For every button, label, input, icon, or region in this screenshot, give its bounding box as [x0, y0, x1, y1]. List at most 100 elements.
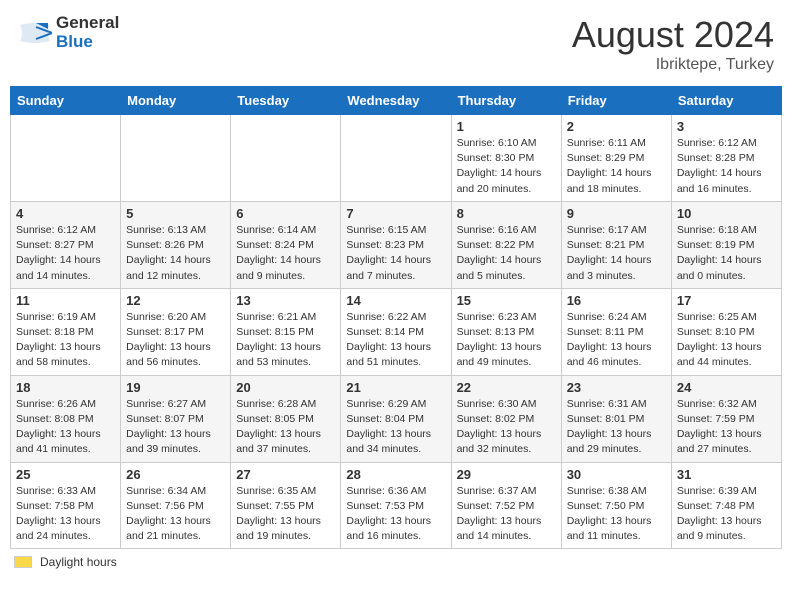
day-info: Sunrise: 6:16 AMSunset: 8:22 PMDaylight:… — [457, 223, 556, 284]
day-number: 31 — [677, 467, 776, 482]
column-header-sunday: Sunday — [11, 87, 121, 115]
day-number: 17 — [677, 293, 776, 308]
day-number: 20 — [236, 380, 335, 395]
calendar-cell: 19Sunrise: 6:27 AMSunset: 8:07 PMDayligh… — [121, 375, 231, 462]
calendar-cell: 7 Sunrise: 6:15 AMSunset: 8:23 PMDaylight… — [341, 201, 451, 288]
day-info: Sunrise: 6:30 AMSunset: 8:02 PMDaylight:… — [457, 397, 556, 458]
calendar-cell — [341, 115, 451, 202]
day-info: Sunrise: 6:15 AMSunset: 8:23 PMDaylight:… — [346, 223, 445, 284]
day-number: 11 — [16, 293, 115, 308]
day-info: Sunrise: 6:11 AMSunset: 8:29 PMDaylight:… — [567, 136, 666, 197]
calendar-cell: 11 Sunrise: 6:19 AMSunset: 8:18 PMDayligh… — [11, 288, 121, 375]
calendar-cell: 12Sunrise: 6:20 AMSunset: 8:17 PMDayligh… — [121, 288, 231, 375]
day-number: 1 — [457, 119, 556, 134]
logo-icon — [18, 19, 52, 47]
day-info: Sunrise: 6:28 AMSunset: 8:05 PMDaylight:… — [236, 397, 335, 458]
day-number: 14 — [346, 293, 445, 308]
calendar-cell: 1 Sunrise: 6:10 AMSunset: 8:30 PMDaylight… — [451, 115, 561, 202]
day-number: 24 — [677, 380, 776, 395]
day-info: Sunrise: 6:22 AMSunset: 8:14 PMDaylight:… — [346, 310, 445, 371]
column-header-wednesday: Wednesday — [341, 87, 451, 115]
day-info: Sunrise: 6:31 AMSunset: 8:01 PMDaylight:… — [567, 397, 666, 458]
day-info: Sunrise: 6:24 AMSunset: 8:11 PMDaylight:… — [567, 310, 666, 371]
day-number: 4 — [16, 206, 115, 221]
day-number: 8 — [457, 206, 556, 221]
column-header-monday: Monday — [121, 87, 231, 115]
column-header-thursday: Thursday — [451, 87, 561, 115]
day-info: Sunrise: 6:25 AMSunset: 8:10 PMDaylight:… — [677, 310, 776, 371]
calendar-cell: 3 Sunrise: 6:12 AMSunset: 8:28 PMDaylight… — [671, 115, 781, 202]
day-number: 21 — [346, 380, 445, 395]
calendar-cell — [11, 115, 121, 202]
calendar-cell: 18Sunrise: 6:26 AMSunset: 8:08 PMDayligh… — [11, 375, 121, 462]
calendar-cell: 6 Sunrise: 6:14 AMSunset: 8:24 PMDaylight… — [231, 201, 341, 288]
calendar-week-row: 18Sunrise: 6:26 AMSunset: 8:08 PMDayligh… — [11, 375, 782, 462]
calendar-cell: 24Sunrise: 6:32 AMSunset: 7:59 PMDayligh… — [671, 375, 781, 462]
calendar-cell: 23 Sunrise: 6:31 AMSunset: 8:01 PMDayligh… — [561, 375, 671, 462]
logo-text: General Blue — [56, 14, 119, 51]
calendar-cell: 17 Sunrise: 6:25 AMSunset: 8:10 PMDayligh… — [671, 288, 781, 375]
calendar-cell: 5 Sunrise: 6:13 AMSunset: 8:26 PMDaylight… — [121, 201, 231, 288]
calendar-cell: 27Sunrise: 6:35 AMSunset: 7:55 PMDayligh… — [231, 462, 341, 549]
day-info: Sunrise: 6:23 AMSunset: 8:13 PMDaylight:… — [457, 310, 556, 371]
calendar-cell: 21 Sunrise: 6:29 AMSunset: 8:04 PMDayligh… — [341, 375, 451, 462]
day-info: Sunrise: 6:29 AMSunset: 8:04 PMDaylight:… — [346, 397, 445, 458]
month-year: August 2024 — [572, 14, 774, 56]
day-info: Sunrise: 6:34 AMSunset: 7:56 PMDaylight:… — [126, 484, 225, 545]
day-number: 30 — [567, 467, 666, 482]
day-number: 27 — [236, 467, 335, 482]
logo: General Blue — [18, 14, 119, 51]
day-number: 3 — [677, 119, 776, 134]
day-info: Sunrise: 6:12 AMSunset: 8:28 PMDaylight:… — [677, 136, 776, 197]
day-number: 23 — [567, 380, 666, 395]
logo-blue: Blue — [56, 33, 119, 52]
day-number: 13 — [236, 293, 335, 308]
logo-general: General — [56, 14, 119, 33]
day-number: 25 — [16, 467, 115, 482]
day-number: 16 — [567, 293, 666, 308]
day-info: Sunrise: 6:13 AMSunset: 8:26 PMDaylight:… — [126, 223, 225, 284]
day-info: Sunrise: 6:14 AMSunset: 8:24 PMDaylight:… — [236, 223, 335, 284]
day-number: 9 — [567, 206, 666, 221]
calendar-cell: 2 Sunrise: 6:11 AMSunset: 8:29 PMDaylight… — [561, 115, 671, 202]
column-header-saturday: Saturday — [671, 87, 781, 115]
calendar-header-row: SundayMondayTuesdayWednesdayThursdayFrid… — [11, 87, 782, 115]
day-info: Sunrise: 6:18 AMSunset: 8:19 PMDaylight:… — [677, 223, 776, 284]
daylight-label: Daylight hours — [40, 555, 117, 569]
calendar-cell: 30 Sunrise: 6:38 AMSunset: 7:50 PMDayligh… — [561, 462, 671, 549]
column-header-friday: Friday — [561, 87, 671, 115]
calendar-cell: 14 Sunrise: 6:22 AMSunset: 8:14 PMDayligh… — [341, 288, 451, 375]
day-info: Sunrise: 6:10 AMSunset: 8:30 PMDaylight:… — [457, 136, 556, 197]
day-number: 18 — [16, 380, 115, 395]
calendar-week-row: 25 Sunrise: 6:33 AMSunset: 7:58 PMDayligh… — [11, 462, 782, 549]
column-header-tuesday: Tuesday — [231, 87, 341, 115]
calendar-cell: 9 Sunrise: 6:17 AMSunset: 8:21 PMDaylight… — [561, 201, 671, 288]
day-number: 5 — [126, 206, 225, 221]
day-info: Sunrise: 6:17 AMSunset: 8:21 PMDaylight:… — [567, 223, 666, 284]
day-number: 2 — [567, 119, 666, 134]
day-number: 6 — [236, 206, 335, 221]
calendar-cell: 8 Sunrise: 6:16 AMSunset: 8:22 PMDaylight… — [451, 201, 561, 288]
day-number: 29 — [457, 467, 556, 482]
day-info: Sunrise: 6:20 AMSunset: 8:17 PMDaylight:… — [126, 310, 225, 371]
day-info: Sunrise: 6:39 AMSunset: 7:48 PMDaylight:… — [677, 484, 776, 545]
calendar-week-row: 1 Sunrise: 6:10 AMSunset: 8:30 PMDaylight… — [11, 115, 782, 202]
calendar-week-row: 4 Sunrise: 6:12 AMSunset: 8:27 PMDaylight… — [11, 201, 782, 288]
day-info: Sunrise: 6:19 AMSunset: 8:18 PMDaylight:… — [16, 310, 115, 371]
day-number: 15 — [457, 293, 556, 308]
day-number: 10 — [677, 206, 776, 221]
location: Ibriktepe, Turkey — [572, 56, 774, 74]
day-number: 7 — [346, 206, 445, 221]
day-info: Sunrise: 6:37 AMSunset: 7:52 PMDaylight:… — [457, 484, 556, 545]
day-info: Sunrise: 6:38 AMSunset: 7:50 PMDaylight:… — [567, 484, 666, 545]
day-info: Sunrise: 6:27 AMSunset: 8:07 PMDaylight:… — [126, 397, 225, 458]
calendar-cell: 4 Sunrise: 6:12 AMSunset: 8:27 PMDaylight… — [11, 201, 121, 288]
day-info: Sunrise: 6:33 AMSunset: 7:58 PMDaylight:… — [16, 484, 115, 545]
page-header: General Blue August 2024 Ibriktepe, Turk… — [10, 10, 782, 78]
day-info: Sunrise: 6:36 AMSunset: 7:53 PMDaylight:… — [346, 484, 445, 545]
calendar-week-row: 11 Sunrise: 6:19 AMSunset: 8:18 PMDayligh… — [11, 288, 782, 375]
day-info: Sunrise: 6:12 AMSunset: 8:27 PMDaylight:… — [16, 223, 115, 284]
title-block: August 2024 Ibriktepe, Turkey — [572, 14, 774, 74]
calendar-cell — [121, 115, 231, 202]
calendar-cell: 29 Sunrise: 6:37 AMSunset: 7:52 PMDayligh… — [451, 462, 561, 549]
